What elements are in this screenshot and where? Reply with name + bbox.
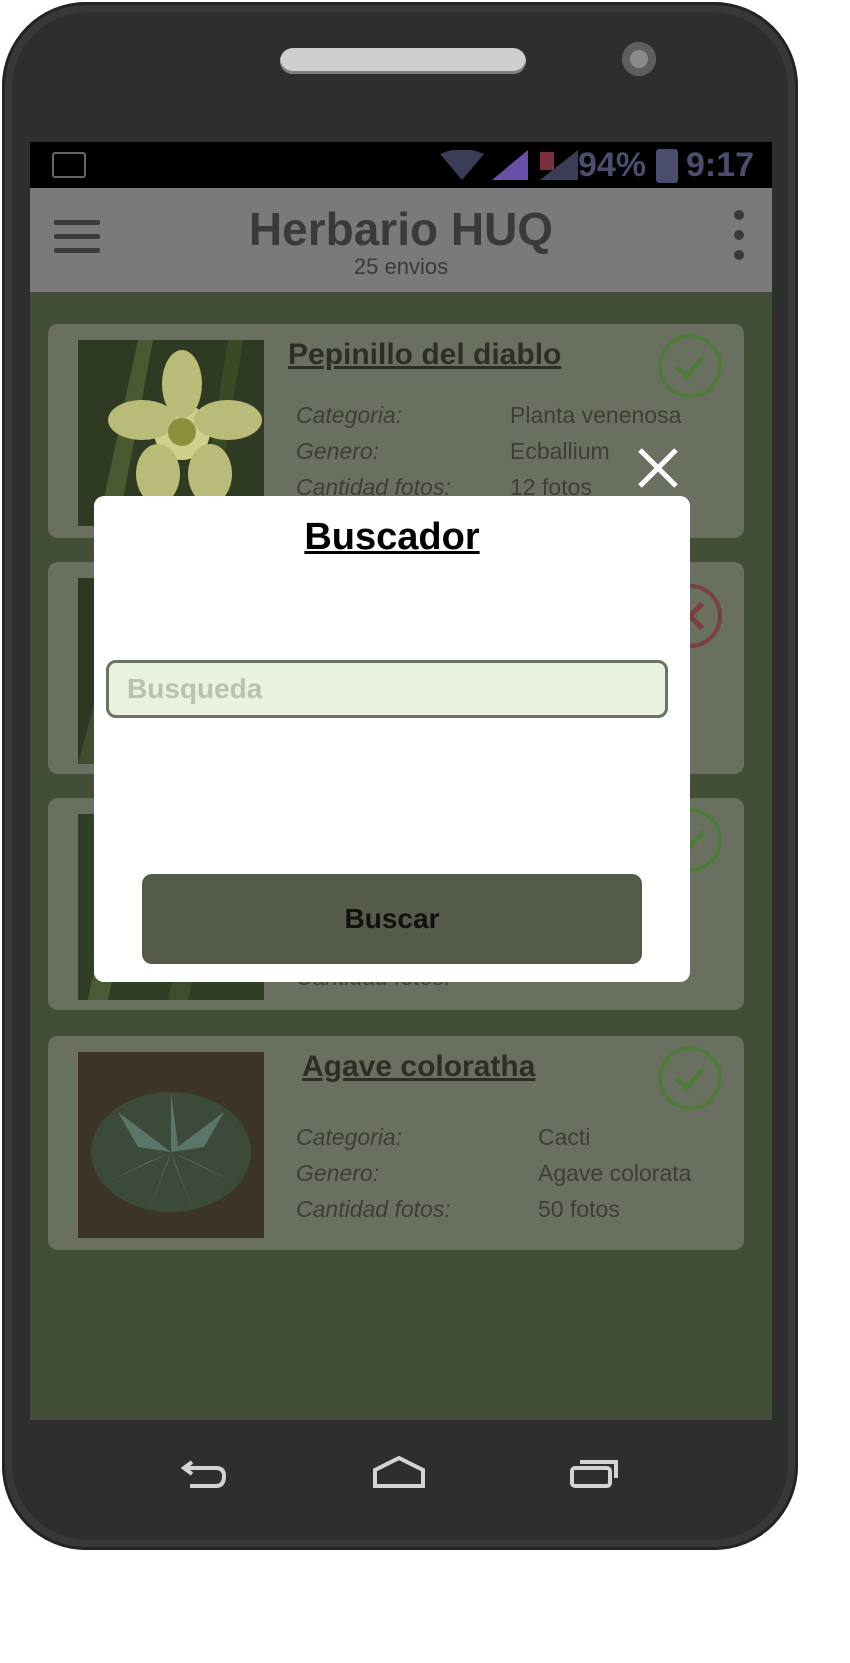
genus-label: Genero:	[296, 1160, 380, 1186]
home-icon[interactable]	[372, 1456, 426, 1488]
app-title: Herbario HUQ	[248, 203, 554, 255]
category-value: Planta venenosa	[510, 402, 682, 428]
dialog-title: Buscador	[304, 516, 480, 558]
search-input[interactable]	[106, 660, 668, 718]
battery-percentage: 94%	[578, 146, 647, 184]
app-subtitle: 25 envios	[353, 254, 449, 279]
overflow-menu-icon[interactable]	[734, 210, 746, 270]
category-value: Cacti	[538, 1124, 591, 1150]
approved-check-icon	[658, 334, 722, 398]
close-icon[interactable]	[636, 446, 680, 490]
signal-roaming-icon	[540, 150, 578, 180]
genus-value: Agave colorata	[538, 1160, 692, 1186]
list-item[interactable]: Agave coloratha Categoria: Cacti Genero:…	[48, 1036, 744, 1250]
genus-value: Ecballium	[510, 438, 610, 464]
clock: 9:17	[686, 146, 755, 184]
front-camera	[622, 42, 656, 76]
category-label: Categoria:	[296, 1124, 403, 1150]
battery-icon	[656, 149, 678, 183]
app-bar: Herbario HUQ 25 envios	[30, 188, 772, 292]
wifi-icon	[440, 150, 484, 180]
search-button[interactable]: Buscar	[142, 874, 642, 964]
genus-label: Genero:	[296, 438, 380, 464]
gallery-icon	[52, 152, 86, 178]
navigation-bar	[30, 1420, 772, 1530]
plant-name[interactable]: Pepinillo del diablo	[288, 338, 561, 372]
approved-check-icon	[658, 1046, 722, 1110]
speaker-grille	[280, 48, 526, 74]
plant-name[interactable]: Agave coloratha	[302, 1050, 535, 1084]
photo-count-value: 50 fotos	[538, 1196, 620, 1222]
signal-icon	[492, 150, 528, 180]
plant-photo	[78, 1052, 264, 1238]
status-bar: 94% 9:17	[30, 142, 772, 188]
recent-apps-icon[interactable]	[570, 1458, 620, 1488]
photo-count-label: Cantidad fotos:	[296, 1196, 451, 1222]
category-label: Categoria:	[296, 402, 403, 428]
search-dialog: Buscador Buscar	[94, 496, 690, 982]
back-icon[interactable]	[180, 1460, 226, 1490]
